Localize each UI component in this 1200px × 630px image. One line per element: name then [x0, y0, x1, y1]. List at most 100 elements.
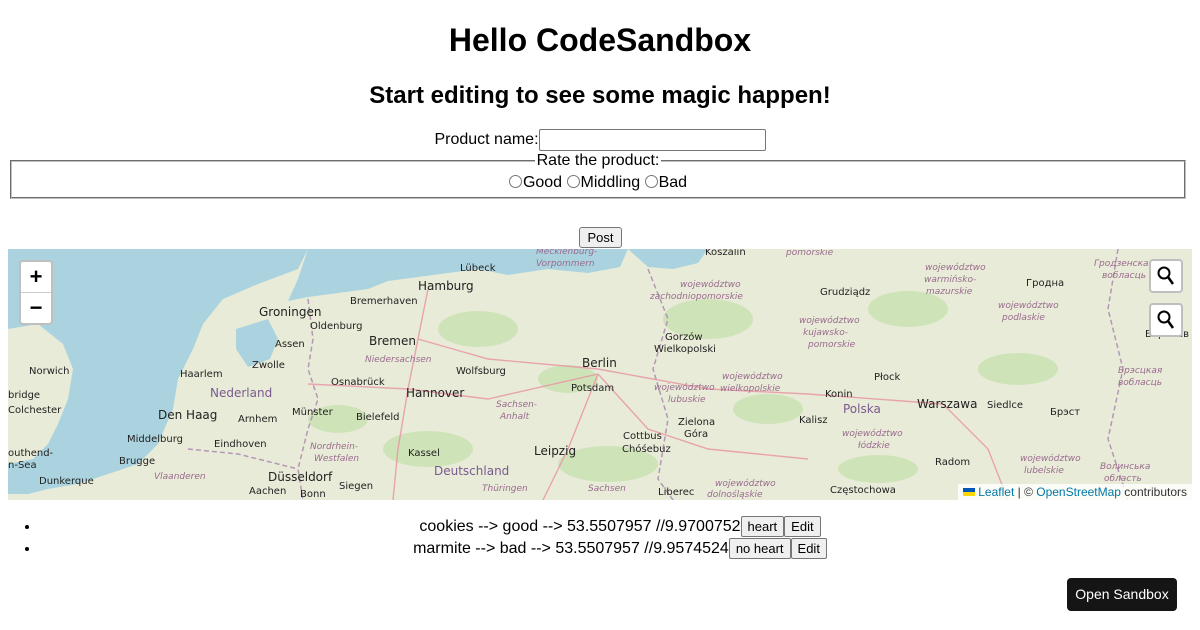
map-label-leipzig: Leipzig [534, 444, 577, 458]
map-label-liberec: Liberec [658, 487, 695, 498]
map-label-mazurskie: mazurskie [926, 287, 973, 297]
map-label-sachsen-anhalt-2: Anhalt [500, 412, 530, 422]
rating-radio-middling[interactable] [566, 175, 580, 188]
map-label-woj-dol: województwo [715, 479, 776, 489]
map-label-brest: Брэст [1050, 407, 1081, 418]
edit-button[interactable]: Edit [784, 516, 821, 538]
map-label-zielona: Zielona [678, 417, 716, 428]
map-label-woj-zach: województwo [680, 280, 741, 290]
map-label-grudziadz: Grudziądz [820, 287, 871, 298]
map-label-zachodniopomorskie: zachodniopomorskie [650, 292, 743, 302]
map-label-volyn-2: область [1104, 474, 1142, 484]
map-label-podlaskie: podlaskie [1002, 313, 1045, 323]
map-label-berlin: Berlin [582, 356, 617, 370]
map-label-nrw-1: Nordrhein- [310, 442, 359, 452]
product-name-row: Product name: [0, 129, 1200, 151]
map-label-dunkerque: Dunkerque [39, 476, 94, 487]
map-label-dolnoslaskie: dolnośląskie [707, 490, 763, 500]
map-label-colchester: Colchester [8, 405, 62, 416]
product-name-label: Product name: [434, 131, 539, 149]
map-label-vlaanderen: Vlaanderen [154, 472, 206, 482]
map-label-potsdam: Potsdam [571, 383, 615, 394]
map-label-southend: outhend- [8, 448, 54, 459]
map-label-bielefeld: Bielefeld [356, 412, 400, 423]
map-label-gorzow: Gorzów [665, 332, 703, 343]
product-entry-text: marmite --> bad --> 53.5507957 //9.95745… [413, 540, 729, 557]
map-label-polska: Polska [843, 402, 881, 416]
map-label-woj-wlkp: województwo [722, 372, 783, 382]
map-label-grodz-1: Гродзенская [1094, 259, 1154, 269]
map-label-sachsen: Sachsen [588, 484, 626, 494]
product-name-input[interactable] [538, 129, 766, 151]
list-item: marmite --> bad --> 53.5507957 //9.95745… [40, 538, 1200, 560]
map-label-norwich: Norwich [29, 366, 70, 377]
map-label-woj-pdl: województwo [998, 301, 1059, 311]
map-label-haarlem: Haarlem [180, 369, 223, 380]
rating-label-bad: Bad [658, 174, 688, 191]
map-label-kassel: Kassel [408, 448, 440, 459]
search-icon [1157, 310, 1175, 329]
map-label-warminsko: warmińsko- [924, 275, 977, 285]
page-title: Hello CodeSandbox [448, 22, 752, 58]
map-label-plock: Płock [874, 372, 901, 383]
map-label-lubeck: Lübeck [460, 263, 496, 274]
map-label-radom: Radom [935, 457, 971, 468]
map-label-assen: Assen [275, 339, 305, 350]
map-label-oldenburg: Oldenburg [310, 321, 363, 332]
map-label-pomorskie: pomorskie [786, 249, 834, 258]
post-button[interactable]: Post [579, 227, 622, 248]
attribution-separator: | © [1014, 485, 1037, 499]
map[interactable]: Koszalin pomorskie Lübeck Mecklenburg- V… [8, 249, 1192, 500]
zoom-control: + − [19, 260, 53, 325]
map-label-sachsen-anhalt-1: Sachsen- [496, 400, 538, 410]
map-label-groningen: Groningen [259, 305, 322, 319]
rating-radio-good[interactable] [508, 175, 522, 188]
map-label-siegen: Siegen [339, 481, 374, 492]
open-sandbox-button[interactable]: Open Sandbox [1067, 578, 1177, 611]
map-label-mecklenburg: Mecklenburg- [536, 249, 598, 257]
map-label-bonn: Bonn [300, 489, 326, 500]
rating-legend: Rate the product: [536, 152, 660, 169]
attribution-contributors: contributors [1120, 485, 1187, 499]
heart-button[interactable]: heart [740, 516, 785, 538]
map-label-grodz-2: вобласць [1102, 271, 1147, 281]
map-label-gora: Góra [684, 429, 709, 440]
zoom-out-button[interactable]: − [21, 292, 51, 323]
map-label-nederland: Nederland [210, 386, 273, 400]
product-entry-text: cookies --> good --> 53.5507957 //9.9700… [419, 518, 741, 535]
map-label-woj-kp: województwo [799, 316, 860, 326]
map-label-niedersachsen: Niedersachsen [365, 355, 432, 365]
ukraine-flag-icon [962, 488, 975, 496]
zoom-in-button[interactable]: + [21, 262, 51, 292]
map-search-button-2[interactable] [1149, 303, 1183, 337]
map-label-hamburg: Hamburg [418, 279, 474, 293]
map-label-arnhem: Arnhem [238, 414, 278, 425]
map-label-woj-wm: województwo [925, 263, 986, 273]
edit-button[interactable]: Edit [790, 538, 827, 560]
map-label-pomorskie2: pomorskie [808, 340, 856, 350]
map-label-koszalin: Koszalin [705, 249, 746, 258]
map-label-on-sea: n-Sea [8, 460, 37, 471]
map-label-eindhoven: Eindhoven [214, 439, 267, 450]
map-label-konin: Konin [825, 389, 853, 400]
osm-link[interactable]: OpenStreetMap [1036, 485, 1121, 499]
map-label-vorpommern: Vorpommern [536, 259, 595, 269]
map-label-woj-lodz: województwo [842, 429, 903, 439]
product-list: cookies --> good --> 53.5507957 //9.9700… [0, 516, 1200, 560]
no-heart-button[interactable]: no heart [728, 538, 791, 560]
map-search-button-1[interactable] [1149, 259, 1183, 293]
map-label-cottbus: Cottbus [623, 431, 662, 442]
leaflet-link[interactable]: Leaflet [978, 485, 1014, 499]
map-label-bridge: bridge [8, 390, 41, 401]
map-label-czestochowa: Częstochowa [830, 485, 896, 496]
map-label-wielkopolski: Wielkopolski [654, 344, 716, 355]
map-label-bremerhaven: Bremerhaven [350, 296, 418, 307]
rating-options: Good Middling Bad [12, 174, 1184, 192]
rating-label-good: Good [522, 174, 563, 191]
map-label-den-haag: Den Haag [158, 408, 218, 422]
map-label-chosebuz: Chóśebuz [622, 444, 671, 455]
map-label-volyn-1: Волинська [1100, 462, 1151, 472]
rating-radio-bad[interactable] [644, 175, 658, 188]
map-label-lubelskie: lubelskie [1024, 466, 1064, 476]
map-label-warszawa: Warszawa [917, 397, 978, 411]
